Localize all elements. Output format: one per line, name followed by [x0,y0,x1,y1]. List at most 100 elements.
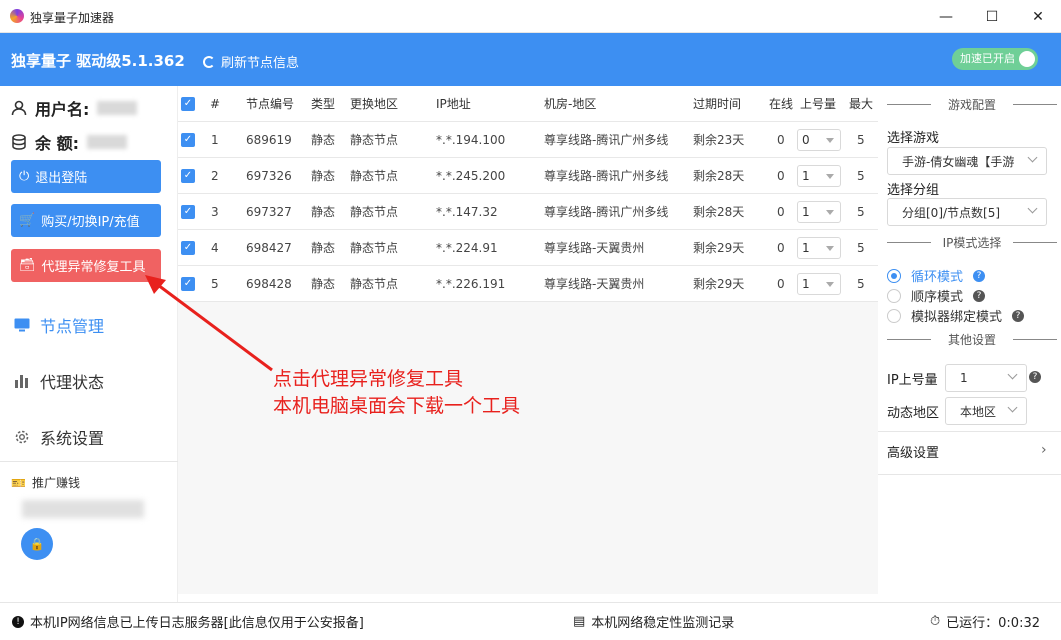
info-icon: ! [12,615,24,628]
row-checkbox[interactable]: ✓ [181,205,195,219]
cell-max: 5 [857,169,865,183]
cell-type: 静态 [311,169,336,183]
toggle-label: 加速已开启 [960,52,1015,65]
table-row[interactable]: ✓ 5 698428 静态 静态节点 *.*.226.191 尊享线路-天翼贵州… [178,266,878,302]
cell-expire: 剩余28天 [693,205,745,219]
help-icon[interactable]: ? [973,289,986,302]
nav-label: 系统设置 [40,429,105,448]
select-game-dropdown[interactable]: 手游-倩女幽魂【手游 [887,147,1047,175]
username-label: 用户名: [35,100,90,119]
cell-max: 5 [857,205,865,219]
chevron-down-icon [1027,203,1038,214]
table-row[interactable]: ✓ 4 698427 静态 静态节点 *.*.224.91 尊享线路-天翼贵州 … [178,230,878,266]
cell-online: 0 [777,133,785,147]
cell-index: 3 [211,205,219,219]
table-row[interactable]: ✓ 2 697326 静态 静态节点 *.*.245.200 尊享线路-腾讯广州… [178,158,878,194]
col-online: 在线 [769,97,794,111]
cell-online: 0 [777,205,785,219]
annotation-line-1: 点击代理异常修复工具 [273,368,464,390]
username-value-redacted [97,101,138,115]
cell-index: 1 [211,133,219,147]
chevron-down-icon [1027,152,1038,163]
cell-change-region: 静态节点 [350,133,399,147]
mode-radio-cycle[interactable]: 循环模式 ? [887,266,986,285]
cell-type: 静态 [311,277,336,291]
row-checkbox[interactable]: ✓ [181,241,195,255]
cell-change-region: 静态节点 [350,277,399,291]
advanced-settings-link[interactable]: 高级设置 [887,442,939,461]
buy-switch-ip-button[interactable]: 🛒 购买/切换IP/充值 [11,204,161,237]
app-logo-icon [10,9,24,23]
select-all-checkbox[interactable]: ✓ [181,97,195,111]
log-upload-status: ! 本机IP网络信息已上传日志服务器[此信息仅用于公安报备] [12,612,364,631]
mode-label: 模拟器绑定模式 [911,310,1003,325]
toolbox-icon: 🗃 [19,258,36,273]
lock-button[interactable]: 🔒 [21,528,53,560]
row-checkbox[interactable]: ✓ [181,133,195,147]
table-row[interactable]: ✓ 3 697327 静态 静态节点 *.*.147.32 尊享线路-腾讯广州多… [178,194,878,230]
cell-ip: *.*.147.32 [436,205,498,219]
promo-label: 推广赚钱 [31,476,80,490]
minimize-button[interactable]: — [923,0,969,33]
upload-select[interactable]: 1 [797,237,841,259]
upload-select[interactable]: 1 [797,165,841,187]
cell-expire: 剩余29天 [693,277,745,291]
panel-divider [878,474,1061,475]
cell-online: 0 [777,241,785,255]
status-bar: ! 本机IP网络信息已上传日志服务器[此信息仅用于公安报备] ▤ 本机网络稳定性… [0,602,1061,640]
upload-select[interactable]: 0 [797,129,841,151]
toggle-knob [1019,51,1035,67]
nav-proxy-status[interactable]: 代理状态 [14,369,104,393]
dynamic-region-label: 动态地区 [887,406,940,421]
cell-room: 尊享线路-腾讯广州多线 [544,205,669,219]
select-group-dropdown[interactable]: 分组[0]/节点数[5] [887,198,1047,226]
col-index: # [210,97,221,111]
row-checkbox[interactable]: ✓ [181,169,195,183]
proxy-repair-tool-button[interactable]: 🗃 代理异常修复工具 [11,249,161,282]
promo-link[interactable]: 🎫 推广赚钱 [11,474,80,491]
upload-select[interactable]: 1 [797,201,841,223]
ip-upload-dropdown[interactable]: 1 [945,364,1027,392]
maximize-button[interactable]: ☐ [969,0,1015,33]
bar-chart-icon [15,375,28,388]
panel-divider [878,431,1061,432]
power-icon: ⏻ [19,169,30,184]
close-button[interactable]: ✕ [1015,0,1061,33]
monitor-icon [14,318,30,332]
acceleration-toggle[interactable]: 加速已开启 [952,48,1038,70]
upload-select[interactable]: 1 [797,273,841,295]
refresh-nodes-button[interactable]: 刷新节点信息 [203,52,299,71]
mode-radio-emulator[interactable]: 模拟器绑定模式 ? [887,306,1025,325]
col-max: 最大 [849,97,874,111]
chevron-right-icon[interactable]: › [1041,442,1047,458]
other-settings-heading: 其他设置 [887,331,1057,348]
mode-radio-sequential[interactable]: 顺序模式 ? [887,286,986,305]
nav-node-management[interactable]: 节点管理 [14,313,104,337]
app-header: 独享量子 驱动级5.1.362 刷新节点信息 加速已开启 [0,33,1061,86]
cell-max: 5 [857,277,865,291]
help-icon[interactable]: ? [1012,309,1025,322]
node-table: ✓ # 节点编号 类型 更换地区 IP地址 机房-地区 过期时间 在线 上号量 … [178,86,878,594]
network-monitor-link[interactable]: ▤ 本机网络稳定性监测记录 [573,612,734,631]
runtime-text: 已运行：0:0:32 [946,616,1040,631]
ticket-icon: 🎫 [11,475,26,490]
table-row[interactable]: ✓ 1 689619 静态 静态节点 *.*.194.100 尊享线路-腾讯广州… [178,122,878,158]
cell-max: 5 [857,241,865,255]
cell-ip: *.*.224.91 [436,241,498,255]
username-row: 用户名: [11,96,138,120]
brand-title: 独享量子 驱动级5.1.362 [11,52,185,70]
nav-system-settings[interactable]: 系统设置 [14,425,104,449]
cell-expire: 剩余29天 [693,241,745,255]
network-monitor-text: 本机网络稳定性监测记录 [591,616,735,631]
select-game-value: 手游-倩女幽魂【手游 [902,154,1015,169]
logout-button[interactable]: ⏻ 退出登陆 [11,160,161,193]
mode-label: 顺序模式 [911,290,964,305]
cell-node-id: 698427 [246,241,292,255]
help-icon[interactable]: ? [973,269,986,282]
ip-upload-value: 1 [960,371,968,385]
gear-icon [15,430,29,444]
select-group-value: 分组[0]/节点数[5] [902,205,1001,220]
help-icon[interactable]: ? [1029,371,1041,383]
chevron-down-icon [1007,402,1018,413]
dynamic-region-dropdown[interactable]: 本地区 [945,397,1027,425]
